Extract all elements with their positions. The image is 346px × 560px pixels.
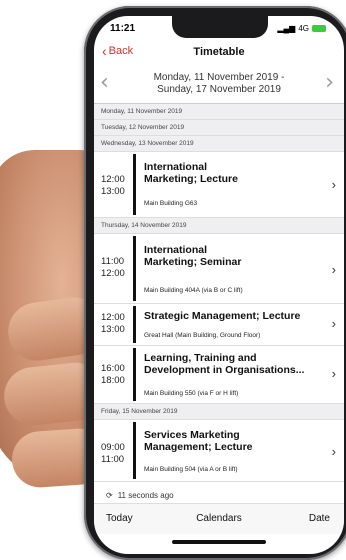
date-button[interactable]: Date [309, 513, 330, 524]
previous-week-button[interactable]: ‹ [100, 70, 109, 95]
event-start: 09:00 [101, 442, 125, 453]
event-title-line: Services Marketing [144, 429, 240, 441]
battery-icon [312, 25, 326, 32]
event-color-bar [133, 348, 136, 401]
event-location: Main Building 550 (via F or H lift) [144, 390, 239, 397]
event-title: Services Marketing Management; Lecture [144, 429, 324, 453]
phone-screen: 11:21 ▂▄▆ 4G ‹ Back Timetable ‹ Monday, … [94, 16, 344, 554]
refresh-icon: ⟳ [106, 491, 113, 500]
chevron-right-icon: › [331, 316, 336, 331]
bottom-toolbar: Today Calendars Date [94, 504, 344, 534]
event-times: 12:00 13:00 [101, 312, 125, 336]
chevron-right-icon: › [331, 444, 336, 459]
event-end: 13:00 [101, 324, 125, 335]
event-title: Strategic Management; Lecture [144, 310, 324, 322]
refresh-status: ⟳ 11 seconds ago [94, 488, 344, 504]
event-color-bar [133, 236, 136, 301]
event-times: 09:00 11:00 [101, 442, 125, 466]
event-row[interactable]: 16:00 18:00 Learning, Training and Devel… [94, 346, 344, 404]
week-range-start: Monday, 11 November 2019 - [153, 72, 285, 83]
event-row[interactable]: 12:00 13:00 Strategic Management; Lectur… [94, 304, 344, 346]
page-title: Timetable [193, 46, 245, 58]
event-times: 12:00 13:00 [101, 174, 125, 198]
refresh-text: 11 seconds ago [117, 491, 174, 500]
event-location: Main Building 504 (via A or B lift) [144, 466, 238, 473]
day-header-friday: Friday, 15 November 2019 [94, 404, 344, 420]
event-location: Main Building 404A (via B or C lift) [144, 287, 243, 294]
event-title-line: Management; Lecture [144, 441, 253, 453]
event-title-line: Development in Organisations... [144, 364, 305, 376]
week-selector: ‹ Monday, 11 November 2019 - Sunday, 17 … [94, 64, 344, 104]
home-indicator [172, 540, 266, 544]
status-time: 11:21 [110, 23, 136, 34]
event-title: International Marketing; Lecture [144, 161, 324, 185]
event-start: 11:00 [101, 256, 125, 267]
event-start: 16:00 [101, 363, 125, 374]
day-header-wednesday: Wednesday, 13 November 2019 [94, 136, 344, 152]
network-indicator: ▂▄▆ 4G [277, 24, 326, 33]
event-title: Learning, Training and Development in Or… [144, 352, 324, 376]
event-end: 11:00 [101, 454, 125, 465]
network-label: 4G [298, 24, 309, 33]
event-times: 16:00 18:00 [101, 363, 125, 387]
calendars-button[interactable]: Calendars [94, 513, 344, 524]
day-header-tuesday: Tuesday, 12 November 2019 [94, 120, 344, 136]
event-times: 11:00 12:00 [101, 256, 125, 280]
event-color-bar [133, 422, 136, 479]
chevron-right-icon: › [331, 177, 336, 192]
event-title-line: Marketing; Seminar [144, 256, 242, 268]
next-week-button[interactable]: › [325, 70, 334, 95]
event-title-line: Strategic Management; Lecture [144, 310, 301, 322]
event-color-bar [133, 154, 136, 215]
week-range-end: Sunday, 17 November 2019 [157, 84, 281, 95]
event-location: Main Building G63 [144, 200, 198, 207]
chevron-right-icon: › [331, 366, 336, 381]
event-start: 12:00 [101, 174, 125, 185]
event-location: Great Hall (Main Building, Ground Floor) [144, 332, 261, 339]
event-color-bar [133, 306, 136, 343]
event-title-line: International [144, 161, 208, 173]
event-title-line: International [144, 244, 208, 256]
event-end: 18:00 [101, 375, 125, 386]
event-title-line: Learning, Training and [144, 352, 257, 364]
event-start: 12:00 [101, 312, 125, 323]
notch [172, 16, 268, 38]
signal-icon: ▂▄▆ [277, 24, 296, 33]
day-header-thursday: Thursday, 14 November 2019 [94, 218, 344, 234]
day-header-monday: Monday, 11 November 2019 [94, 104, 344, 120]
navigation-bar: ‹ Back Timetable [94, 42, 344, 64]
timetable-list: Monday, 11 November 2019 Tuesday, 12 Nov… [94, 104, 344, 482]
event-row[interactable]: 12:00 13:00 International Marketing; Lec… [94, 152, 344, 218]
event-end: 13:00 [101, 186, 125, 197]
event-row[interactable]: 11:00 12:00 International Marketing; Sem… [94, 234, 344, 304]
week-range: Monday, 11 November 2019 - Sunday, 17 No… [122, 72, 316, 96]
event-end: 12:00 [101, 268, 125, 279]
event-title-line: Marketing; Lecture [144, 173, 238, 185]
event-title: International Marketing; Seminar [144, 244, 324, 268]
chevron-right-icon: › [331, 262, 336, 277]
event-row[interactable]: 09:00 11:00 Services Marketing Managemen… [94, 420, 344, 482]
